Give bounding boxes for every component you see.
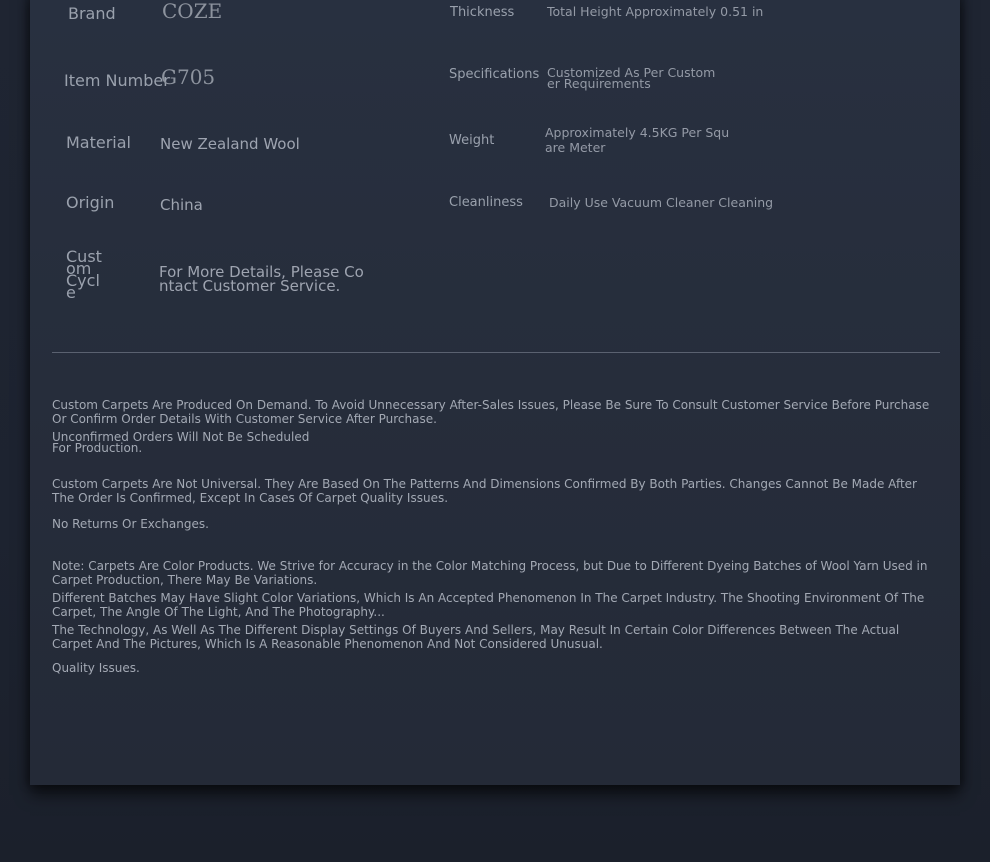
specifications-value: Customized As Per Custom er Requirements [547, 66, 715, 90]
cleanliness-label: Cleanliness [449, 195, 523, 210]
item-number-label: Item Number [64, 71, 170, 90]
note-unconfirmed-orders-line-1: Unconfirmed Orders Will Not Be Scheduled [52, 430, 310, 444]
note-unconfirmed-orders-line-2: For Production. [52, 441, 143, 455]
note-batch-variations: Different Batches May Have Slight Color … [52, 591, 925, 619]
note-color-products: Note: Carpets Are Color Products. We Str… [52, 559, 928, 587]
note-custom-production: Custom Carpets Are Produced On Demand. T… [52, 398, 930, 426]
origin-label: Origin [66, 193, 115, 212]
custom-cycle-value: For More Details, Please Co ntact Custom… [159, 265, 364, 295]
material-label: Material [66, 133, 131, 152]
note-no-returns: No Returns Or Exchanges. [52, 517, 209, 531]
cleanliness-value: Daily Use Vacuum Cleaner Cleaning [549, 195, 774, 210]
thickness-value: Total Height Approximately 0.51 in [547, 4, 764, 19]
item-number-value: G705 [161, 65, 216, 89]
note-unconfirmed-orders: Unconfirmed Orders Will Not Be Scheduled… [52, 430, 942, 455]
material-value: New Zealand Wool [160, 135, 300, 153]
thickness-label: Thickness [450, 5, 515, 20]
origin-value: China [160, 196, 203, 214]
note-quality-issues: Quality Issues. [52, 661, 140, 675]
brand-label: Brand [68, 4, 116, 23]
note-display-differences: The Technology, As Well As The Different… [52, 623, 900, 651]
note-not-universal: Custom Carpets Are Not Universal. They A… [52, 477, 917, 505]
page-background: Brand Item Number Material Origin Cust o… [0, 0, 990, 862]
custom-cycle-value-line-2: ntact Customer Service. [159, 277, 341, 295]
weight-value: Approximately 4.5KG Per Squ are Meter [545, 125, 729, 155]
weight-value-line-1: Approximately 4.5KG Per Squ [545, 125, 730, 140]
specifications-label: Specifications [449, 67, 540, 82]
brand-value: COZE [162, 0, 223, 23]
custom-cycle-label: Cust om Cycl e [66, 249, 102, 301]
section-divider [52, 352, 940, 353]
weight-label: Weight [449, 133, 495, 148]
weight-value-line-2: are Meter [545, 140, 606, 155]
